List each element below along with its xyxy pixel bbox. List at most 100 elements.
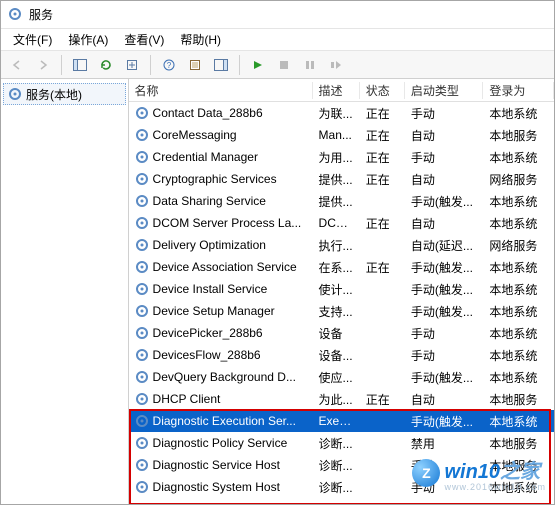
service-name: Data Sharing Service — [153, 194, 266, 208]
toolbar-separator — [61, 55, 62, 75]
titlebar: 服务 — [1, 1, 554, 29]
start-service-button[interactable] — [246, 53, 270, 77]
service-row[interactable]: DevicePicker_288b6设备手动本地系统 — [129, 322, 554, 344]
export-list-button[interactable] — [120, 53, 144, 77]
service-start: 自动 — [405, 391, 483, 408]
service-row[interactable]: Cryptographic Services提供...正在自动网络服务 — [129, 168, 554, 190]
service-start: 手动(触发... — [405, 413, 483, 430]
service-start: 手动(触发... — [405, 369, 483, 386]
service-name: Diagnostic System Host — [153, 480, 280, 494]
restart-service-button[interactable] — [324, 53, 348, 77]
service-row[interactable]: Device Association Service在系...正在手动(触发..… — [129, 256, 554, 278]
service-desc: Exec... — [313, 414, 360, 428]
service-start: 手动 — [405, 149, 483, 166]
service-desc: 使应... — [313, 369, 360, 386]
gear-icon — [135, 128, 149, 142]
service-row[interactable]: Data Sharing Service提供...手动(触发...本地系统 — [129, 190, 554, 212]
service-name: DCOM Server Process La... — [153, 216, 302, 230]
service-start: 自动 — [405, 501, 483, 504]
gear-icon — [135, 392, 149, 406]
service-name: Credential Manager — [153, 150, 258, 164]
service-rows: Contact Data_288b6为联...正在手动本地系统CoreMessa… — [129, 102, 554, 504]
service-desc: 诊断... — [313, 457, 360, 474]
menu-action[interactable]: 操作(A) — [60, 29, 116, 50]
service-logon: 网络服务 — [483, 171, 554, 188]
menu-file[interactable]: 文件(F) — [5, 29, 60, 50]
menu-view[interactable]: 查看(V) — [116, 29, 172, 50]
service-desc: 提供... — [313, 171, 360, 188]
service-logon: 本地系统 — [483, 215, 554, 232]
service-logon: 本地系统 — [483, 193, 554, 210]
service-row[interactable]: Contact Data_288b6为联...正在手动本地系统 — [129, 102, 554, 124]
service-name: CoreMessaging — [153, 128, 237, 142]
gear-icon — [135, 216, 149, 230]
service-desc: 诊断... — [313, 435, 360, 452]
service-status: 正在 — [360, 171, 405, 188]
service-row[interactable]: Diagnostic System Host诊断...手动本地系统 — [129, 476, 554, 498]
service-row[interactable]: DHCP Client为此...正在自动本地服务 — [129, 388, 554, 410]
service-name: DevQuery Background D... — [153, 370, 296, 384]
service-logon: 本地系统 — [483, 325, 554, 342]
pause-service-button[interactable] — [298, 53, 322, 77]
service-logon: 本地服务 — [483, 127, 554, 144]
service-row[interactable]: DevicesFlow_288b6设备...手动本地系统 — [129, 344, 554, 366]
column-status[interactable]: 状态 — [360, 82, 405, 99]
gear-icon — [135, 370, 149, 384]
service-name: DevicesFlow_288b6 — [153, 348, 261, 362]
service-desc: DCO... — [313, 216, 360, 230]
gear-icon — [135, 194, 149, 208]
service-row[interactable]: Delivery Optimization执行...自动(延迟...网络服务 — [129, 234, 554, 256]
service-row[interactable]: Credential Manager为用...正在手动本地系统 — [129, 146, 554, 168]
service-start: 自动(延迟... — [405, 237, 483, 254]
help-button[interactable]: ? — [157, 53, 181, 77]
gear-icon — [135, 260, 149, 274]
column-desc[interactable]: 描述 — [313, 82, 360, 99]
column-name[interactable]: 名称 — [129, 82, 313, 99]
service-start: 手动(触发... — [405, 193, 483, 210]
gear-icon — [135, 282, 149, 296]
service-desc: 为此... — [313, 391, 360, 408]
tree-node-services-local[interactable]: 服务(本地) — [3, 83, 126, 105]
services-app-icon — [7, 6, 23, 22]
service-start: 手动(触发... — [405, 281, 483, 298]
service-logon: 本地服务 — [483, 391, 554, 408]
nav-forward-button[interactable] — [31, 53, 55, 77]
gear-icon — [135, 458, 149, 472]
service-name: Diagnostic Execution Ser... — [153, 414, 296, 428]
service-list[interactable]: 名称 描述 状态 启动类型 登录为 Contact Data_288b6为联..… — [129, 79, 554, 504]
nav-back-button[interactable] — [5, 53, 29, 77]
refresh-all-button[interactable] — [94, 53, 118, 77]
menubar: 文件(F) 操作(A) 查看(V) 帮助(H) — [1, 29, 554, 51]
service-logon: 本地系统 — [483, 347, 554, 364]
service-row[interactable]: Device Install Service使计...手动(触发...本地系统 — [129, 278, 554, 300]
service-desc: 使计... — [313, 281, 360, 298]
service-row[interactable]: DevQuery Background D...使应...手动(触发...本地系… — [129, 366, 554, 388]
gear-icon — [135, 304, 149, 318]
menu-help[interactable]: 帮助(H) — [172, 29, 229, 50]
service-row[interactable]: Distributed Link Tracking...维护...正在自动本地系… — [129, 498, 554, 504]
column-start[interactable]: 启动类型 — [405, 82, 483, 99]
service-row[interactable]: DCOM Server Process La...DCO...正在自动本地系统 — [129, 212, 554, 234]
action-pane-button[interactable] — [209, 53, 233, 77]
service-desc: 设备... — [313, 347, 360, 364]
service-logon: 本地系统 — [483, 259, 554, 276]
service-desc: 诊断... — [313, 479, 360, 496]
service-name: Diagnostic Service Host — [153, 458, 280, 472]
service-row[interactable]: Diagnostic Service Host诊断...手动本地服务 — [129, 454, 554, 476]
service-name: DHCP Client — [153, 392, 221, 406]
show-hide-tree-button[interactable] — [68, 53, 92, 77]
service-row[interactable]: Device Setup Manager支持...手动(触发...本地系统 — [129, 300, 554, 322]
service-start: 手动(触发... — [405, 259, 483, 276]
properties-button[interactable] — [183, 53, 207, 77]
service-logon: 本地系统 — [483, 281, 554, 298]
stop-service-button[interactable] — [272, 53, 296, 77]
services-window: 服务 文件(F) 操作(A) 查看(V) 帮助(H) ? 服务(本地) — [0, 0, 555, 505]
column-logon[interactable]: 登录为 — [483, 82, 554, 99]
service-row[interactable]: CoreMessagingMan...正在自动本地服务 — [129, 124, 554, 146]
service-logon: 本地服务 — [483, 435, 554, 452]
gear-icon — [135, 480, 149, 494]
service-row[interactable]: Diagnostic Policy Service诊断...禁用本地服务 — [129, 432, 554, 454]
service-desc: 支持... — [313, 303, 360, 320]
gear-icon — [135, 106, 149, 120]
service-row[interactable]: Diagnostic Execution Ser... Exec... 手动(触发.… — [129, 410, 554, 432]
